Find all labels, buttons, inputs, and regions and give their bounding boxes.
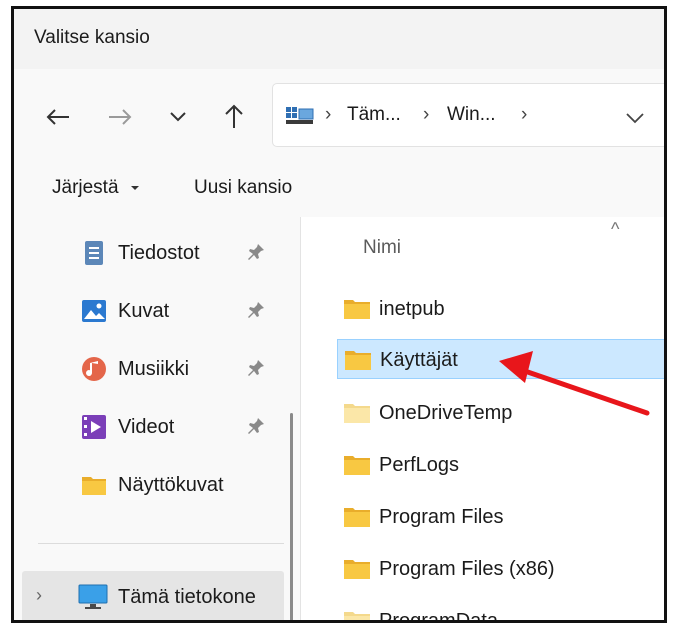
breadcrumb-this-pc[interactable]: Täm... bbox=[347, 104, 401, 126]
forward-button[interactable] bbox=[102, 99, 138, 135]
recent-locations-button[interactable] bbox=[160, 99, 196, 135]
sidebar-item-screenshots[interactable]: Näyttökuvat bbox=[14, 459, 300, 511]
title-bar: Valitse kansio bbox=[14, 9, 664, 69]
new-folder-button[interactable]: Uusi kansio bbox=[194, 177, 292, 199]
sidebar-item-music[interactable]: Musiikki bbox=[14, 343, 300, 395]
breadcrumb-separator: › bbox=[325, 104, 332, 125]
navigation-bar: › Täm... › Win... › bbox=[14, 69, 664, 165]
pin-icon[interactable] bbox=[246, 416, 266, 436]
breadcrumb-separator: › bbox=[423, 104, 430, 125]
organize-menu[interactable]: Järjestä bbox=[52, 177, 140, 199]
sidebar-item-this-pc[interactable]: › Tämä tietokone bbox=[22, 571, 284, 620]
this-pc-icon bbox=[286, 107, 314, 124]
forward-arrow-icon bbox=[109, 109, 132, 125]
address-bar[interactable]: › Täm... › Win... › bbox=[272, 83, 664, 147]
documents-icon bbox=[85, 241, 103, 265]
annotation-arrow bbox=[499, 351, 650, 416]
sidebar-item-label: Musiikki bbox=[118, 358, 190, 380]
organize-label: Järjestä bbox=[52, 177, 119, 198]
sidebar-item-pictures[interactable]: Kuvat bbox=[14, 285, 300, 337]
folder-icon bbox=[82, 477, 106, 495]
sidebar-item-label: Tämä tietokone bbox=[118, 586, 256, 608]
breadcrumb-windows[interactable]: Win... bbox=[447, 104, 496, 126]
breadcrumb-separator: › bbox=[521, 104, 528, 125]
folder-list: ^ Nimi inetpub Käyttäjät OneDriveTemp Pe… bbox=[300, 217, 664, 620]
chevron-down-icon[interactable] bbox=[625, 112, 645, 124]
monitor-icon bbox=[78, 584, 108, 609]
sidebar-item-label: Näyttökuvat bbox=[118, 474, 224, 496]
folder-picker-dialog: Valitse kansio › Täm... › Win... › Järje… bbox=[11, 6, 667, 623]
videos-icon bbox=[82, 415, 106, 439]
up-button[interactable] bbox=[216, 99, 252, 135]
pin-icon[interactable] bbox=[246, 242, 266, 262]
pictures-icon bbox=[82, 300, 106, 322]
expand-chevron-icon[interactable]: › bbox=[36, 585, 42, 606]
navigation-pane: Tiedostot Kuvat Musiikki Videot Näyttöku… bbox=[14, 217, 300, 620]
dropdown-caret-icon bbox=[130, 185, 139, 190]
command-bar: Järjestä Uusi kansio bbox=[14, 165, 664, 218]
sidebar-item-label: Videot bbox=[118, 416, 175, 438]
back-arrow-icon bbox=[46, 109, 69, 125]
sidebar-item-videos[interactable]: Videot bbox=[14, 401, 300, 453]
sidebar-divider bbox=[38, 543, 284, 544]
up-arrow-icon bbox=[225, 104, 243, 128]
back-button[interactable] bbox=[40, 99, 76, 135]
pin-icon[interactable] bbox=[246, 358, 266, 378]
sidebar-scrollbar[interactable] bbox=[290, 413, 293, 620]
sidebar-item-label: Kuvat bbox=[118, 300, 170, 322]
sidebar-item-documents[interactable]: Tiedostot bbox=[14, 227, 300, 279]
pin-icon[interactable] bbox=[246, 300, 266, 320]
music-icon bbox=[82, 357, 106, 381]
sidebar-item-label: Tiedostot bbox=[118, 242, 200, 264]
chevron-down-icon bbox=[170, 112, 186, 122]
window-title: Valitse kansio bbox=[34, 27, 150, 48]
